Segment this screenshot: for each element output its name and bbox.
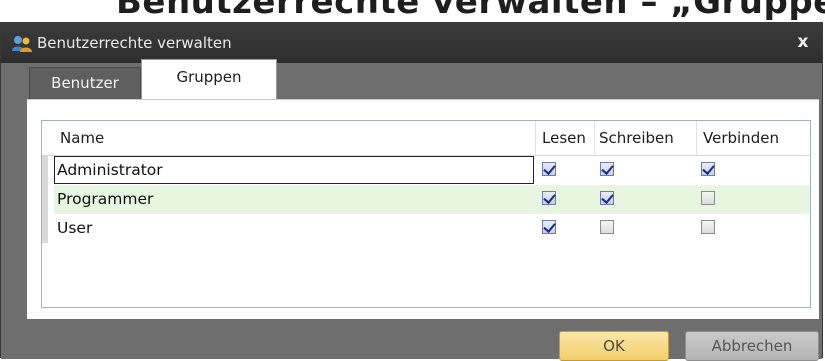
schreiben-checkbox[interactable]	[600, 220, 614, 234]
schreiben-checkbox[interactable]	[600, 191, 614, 205]
column-header-verbinden[interactable]: Verbinden	[703, 129, 779, 147]
background-title-strip: Benutzerrechte verwalten – „Gruppen“	[0, 0, 825, 22]
tab-benutzer[interactable]: Benutzer	[29, 67, 141, 99]
verbinden-checkbox[interactable]	[701, 220, 715, 234]
verbinden-checkbox[interactable]	[701, 191, 715, 205]
users-icon	[11, 33, 33, 55]
verbinden-checkbox[interactable]	[701, 162, 715, 176]
ok-button[interactable]: OK	[559, 331, 669, 361]
column-header-schreiben[interactable]: Schreiben	[599, 129, 674, 147]
dialog-window: Benutzerrechte verwalten x Benutzer Grup…	[0, 22, 823, 361]
table-row[interactable]: User	[54, 214, 810, 243]
table-row[interactable]: Administrator	[54, 156, 810, 185]
group-name-cell[interactable]: Programmer	[54, 185, 534, 213]
table-row[interactable]: Programmer	[54, 185, 810, 214]
column-separator	[594, 121, 595, 155]
lesen-checkbox[interactable]	[542, 220, 556, 234]
column-header-name[interactable]: Name	[60, 129, 104, 147]
column-separator	[696, 121, 697, 155]
row-indicator	[42, 156, 48, 185]
close-button[interactable]: x	[794, 31, 812, 53]
column-separator	[535, 121, 536, 155]
groups-panel: Name Lesen Schreiben Verbinden Administr…	[27, 99, 819, 319]
permissions-grid: Name Lesen Schreiben Verbinden Administr…	[41, 120, 811, 308]
schreiben-checkbox[interactable]	[600, 162, 614, 176]
lesen-checkbox[interactable]	[542, 162, 556, 176]
title-bar: Benutzerrechte verwalten x	[1, 23, 822, 63]
lesen-checkbox[interactable]	[542, 191, 556, 205]
row-indicator	[42, 185, 48, 214]
row-indicator	[42, 214, 48, 243]
dialog-footer: OK Abbrechen	[1, 319, 822, 361]
cancel-button[interactable]: Abbrechen	[685, 331, 819, 361]
background-caption: Benutzerrechte verwalten – „Gruppen“	[116, 0, 825, 22]
column-header-lesen[interactable]: Lesen	[542, 129, 586, 147]
group-name-cell[interactable]: User	[54, 214, 534, 242]
grid-header: Name Lesen Schreiben Verbinden	[42, 121, 810, 156]
group-name-cell[interactable]: Administrator	[54, 156, 534, 184]
window-title: Benutzerrechte verwalten	[37, 34, 232, 52]
tab-gruppen[interactable]: Gruppen	[141, 59, 277, 99]
